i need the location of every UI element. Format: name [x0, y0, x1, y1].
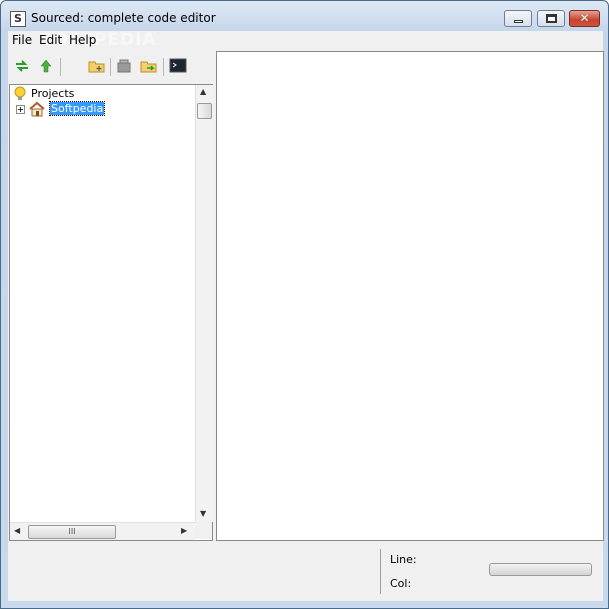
scrollbar-corner [195, 522, 212, 539]
delete-icon [117, 59, 131, 73]
scroll-left-arrow[interactable]: ◀ [14, 526, 20, 535]
lightbulb-icon [14, 86, 26, 100]
new-folder-icon [88, 61, 105, 73]
home-icon [29, 101, 45, 117]
window-title: Sourced: complete code editor [31, 11, 216, 25]
horizontal-scroll-thumb[interactable]: III [28, 525, 116, 539]
status-separator [380, 549, 381, 594]
toolbar-separator [163, 58, 164, 76]
scroll-up-arrow[interactable]: ▲ [200, 87, 206, 96]
move-button[interactable] [139, 56, 159, 76]
move-icon [140, 61, 157, 73]
minimize-icon [514, 20, 523, 23]
line-label: Line: [390, 553, 417, 566]
delete-button[interactable] [114, 56, 134, 76]
code-editor[interactable] [216, 51, 604, 541]
scroll-down-arrow[interactable]: ▼ [200, 509, 206, 518]
terminal-icon [169, 58, 187, 73]
progress-bar [489, 563, 592, 576]
app-window: S Sourced: complete code editor ✕ SOFTPE… [0, 0, 609, 609]
horizontal-scrollbar[interactable]: ◀ III ▶ [10, 522, 195, 540]
vertical-scroll-thumb[interactable] [197, 103, 212, 119]
refresh-button[interactable] [12, 56, 32, 76]
app-icon: S [10, 11, 26, 27]
up-arrow-icon [40, 59, 52, 73]
vertical-scrollbar[interactable]: ▲ ▼ [195, 85, 213, 522]
maximize-icon [546, 14, 557, 23]
client-area: SOFTPEDIA File Edit Help Projects Softpe… [8, 30, 604, 601]
new-folder-button[interactable] [87, 56, 107, 76]
maximize-button[interactable] [537, 10, 565, 27]
menu-help[interactable]: Help [69, 33, 96, 47]
scroll-right-arrow[interactable]: ▶ [181, 526, 187, 535]
minimize-button[interactable] [504, 10, 532, 27]
menu-file[interactable]: File [12, 33, 32, 47]
close-icon: ✕ [579, 11, 590, 25]
terminal-button[interactable] [168, 56, 188, 76]
close-button[interactable]: ✕ [569, 10, 600, 27]
tree-item-softpedia[interactable]: Softpedia [48, 101, 106, 116]
toolbar-separator [110, 58, 111, 76]
project-tree-panel[interactable]: Projects Softpedia ▲ ▼ ◀ III ▶ [9, 84, 213, 541]
tree-expander[interactable] [16, 105, 25, 114]
refresh-icon [16, 60, 28, 72]
title-bar[interactable]: S Sourced: complete code editor ✕ [1, 1, 608, 31]
tree-label-projects: Projects [31, 87, 75, 100]
col-label: Col: [390, 577, 412, 590]
toolbar-separator [60, 58, 61, 76]
menu-edit[interactable]: Edit [39, 33, 62, 47]
up-button[interactable] [36, 56, 56, 76]
toolbar [8, 53, 213, 81]
menu-bar: SOFTPEDIA File Edit Help [8, 30, 603, 50]
